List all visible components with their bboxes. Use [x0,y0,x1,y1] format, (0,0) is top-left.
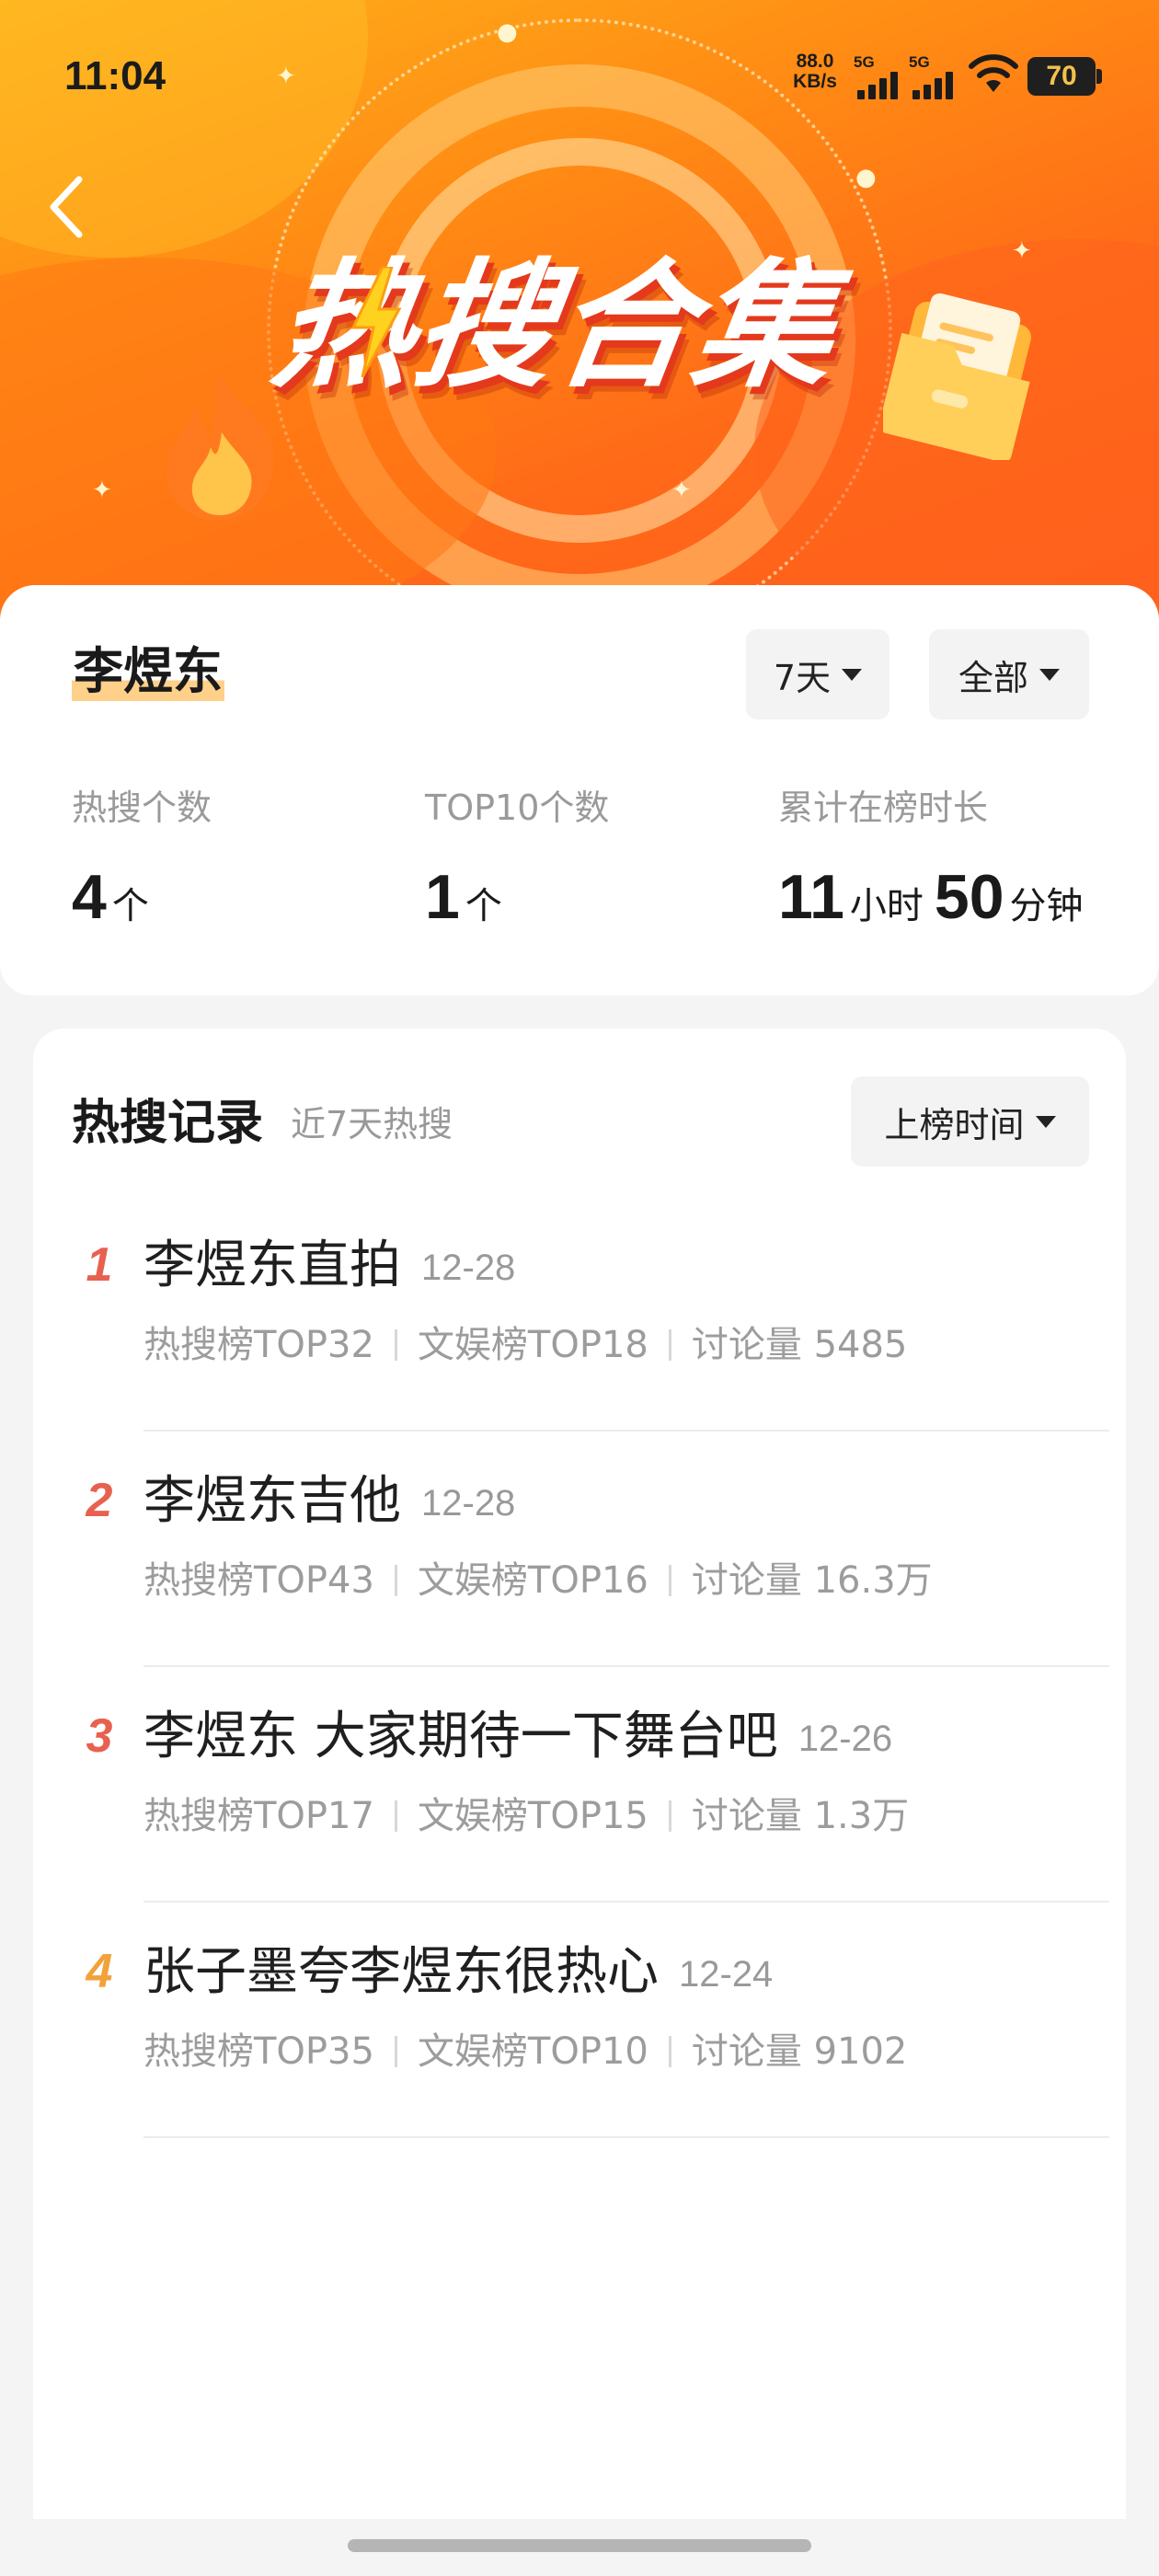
sort-dropdown[interactable]: 上榜时间 [851,1076,1089,1167]
stat-hot-search-count: 热搜个数 4个 [72,782,212,955]
divider [394,1329,397,1361]
record-item[interactable]: 4 张子墨夸李煜东很热心 12-24 热搜榜TOP35 文娱榜TOP10 讨论量 … [33,1903,1126,2138]
record-item[interactable]: 1 李煜东直拍 12-28 热搜榜TOP32 文娱榜TOP18 讨论量 5485 [33,1196,1126,1432]
divider [668,1800,671,1832]
folder-icon [883,293,1031,460]
stat-unit: 个 [465,885,502,927]
signal-tag: 5G [854,53,875,71]
sparkle-icon: ✦ [1012,237,1032,265]
record-discussion: 讨论量 5485 [691,1324,908,1366]
records-subtitle: 近7天热搜 [291,1104,453,1144]
record-ent-rank: 文娱榜TOP10 [417,2030,648,2073]
caret-down-icon [1039,668,1060,681]
record-item[interactable]: 3 李煜东 大家期待一下舞台吧 12-26 热搜榜TOP17 文娱榜TOP15 讨… [33,1667,1126,1903]
record-title: 张子墨夸李煜东很热心 [143,1942,659,2002]
record-title: 李煜东直拍 [143,1236,401,1295]
hot-search-collection-page: ✦ ● ✦ ✦ ✦ ● 热搜合集 11:04 88.0 KB/s 5G 5G 7… [0,0,1159,2576]
status-time: 11:04 [64,53,166,98]
record-ent-rank: 文娱榜TOP16 [417,1559,648,1602]
stat-label: TOP10个数 [425,788,610,828]
category-dropdown[interactable]: 全部 [929,629,1089,719]
stat-value: 4 [72,862,107,932]
back-button[interactable] [37,170,96,244]
record-discussion: 讨论量 16.3万 [691,1559,933,1602]
record-rank: 4 [86,1945,113,1998]
record-rank: 3 [86,1709,113,1763]
stat-hours-unit: 小时 [849,885,924,927]
caret-down-icon [842,668,863,681]
stat-total-duration: 累计在榜时长 11 小时 50 分钟 [778,782,1084,955]
stat-top10-count: TOP10个数 1个 [425,782,609,955]
stat-value: 1 [425,862,460,932]
stat-minutes-unit: 分钟 [1009,885,1084,927]
chevron-left-icon [50,176,83,238]
record-hot-rank: 热搜榜TOP17 [143,1795,374,1837]
stat-unit: 个 [111,885,149,927]
category-label: 全部 [958,657,1028,698]
time-range-label: 7天 [773,657,832,698]
sort-label: 上榜时间 [884,1104,1025,1145]
caret-down-icon [1035,1115,1056,1128]
record-date: 12-26 [798,1719,893,1759]
home-indicator[interactable] [348,2539,811,2552]
record-date: 12-24 [679,1954,774,1995]
battery-icon: 70 [1027,57,1102,96]
divider [394,2036,397,2067]
stat-label: 累计在榜时长 [778,788,989,828]
record-ent-rank: 文娱榜TOP18 [417,1324,648,1366]
stat-hours-value: 11 [778,862,844,932]
record-discussion: 讨论量 1.3万 [691,1795,910,1837]
record-ent-rank: 文娱榜TOP15 [417,1795,648,1837]
sparkle-icon: ✦ [671,477,692,504]
record-rank: 2 [86,1474,113,1527]
record-date: 12-28 [421,1483,516,1524]
divider [394,1800,397,1832]
record-hot-rank: 热搜榜TOP43 [143,1559,374,1602]
wifi-icon [969,54,1018,92]
person-name: 李煜东 [72,635,224,708]
signal-tag: 5G [909,53,930,71]
record-discussion: 讨论量 9102 [691,2030,908,2073]
record-hot-rank: 热搜榜TOP32 [143,1324,374,1366]
divider [668,1329,671,1361]
record-title: 李煜东吉他 [143,1471,401,1531]
record-item[interactable]: 2 李煜东吉他 12-28 热搜榜TOP43 文娱榜TOP16 讨论量 16.3万 [33,1432,1126,1667]
record-date: 12-28 [421,1248,516,1288]
network-speed-unit: KB/s [793,71,837,92]
divider [143,2136,1109,2138]
record-rank: 1 [86,1238,113,1292]
status-bar: 11:04 88.0 KB/s 5G 5G 70 [0,0,1159,147]
stat-label: 热搜个数 [72,788,212,828]
divider [394,1565,397,1596]
time-range-dropdown[interactable]: 7天 [746,629,889,719]
records-title: 热搜记录 [72,1096,264,1151]
network-speed: 88.0 KB/s [786,52,843,92]
divider [668,2036,671,2067]
record-hot-rank: 热搜榜TOP35 [143,2030,374,2073]
sparkle-icon: ● [855,164,877,191]
lightning-bolt-icon [350,267,402,377]
stat-minutes-value: 50 [934,862,1004,932]
divider [668,1565,671,1596]
sparkle-icon: ✦ [92,477,112,504]
network-speed-value: 88.0 [796,51,834,72]
record-title: 李煜东 大家期待一下舞台吧 [143,1707,778,1766]
